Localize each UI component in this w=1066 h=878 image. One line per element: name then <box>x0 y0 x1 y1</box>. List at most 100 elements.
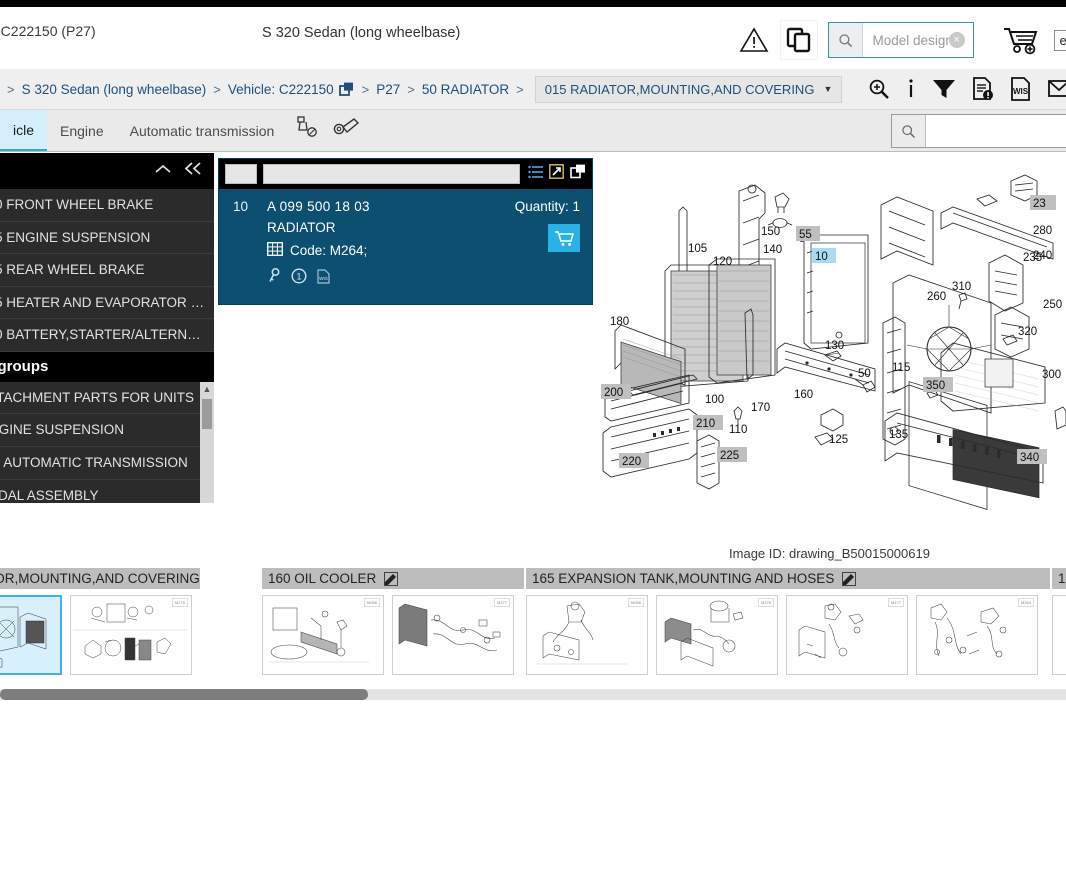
scrollbar-thumb[interactable] <box>202 398 212 429</box>
edit-icon[interactable] <box>384 571 399 586</box>
thumbnail-group-label: 190 <box>1058 571 1066 586</box>
svg-text:160: 160 <box>794 389 813 401</box>
svg-text:1: 1 <box>296 272 301 282</box>
expand-view-icon[interactable] <box>549 164 564 184</box>
list-item[interactable] <box>1052 595 1066 675</box>
svg-text:150: 150 <box>761 226 780 238</box>
section-tab-bar: icle Engine Automatic transmission <box>0 110 1066 152</box>
parts-header-index-cell <box>225 164 257 184</box>
duplicate-window-icon[interactable] <box>570 164 586 184</box>
svg-text:110: 110 <box>729 424 747 436</box>
svg-text:115: 115 <box>892 362 910 374</box>
thumbnail-group-title: RADIATOR,MOUNTING,AND COVERING <box>0 568 200 589</box>
list-item[interactable] <box>0 595 62 675</box>
model-search-box[interactable]: × <box>827 22 974 58</box>
thumbnail-group-oil-cooler: 160 OIL COOLER M256 M277 <box>262 568 524 675</box>
vehicle-description-label: S 320 Sedan (long wheelbase) <box>262 25 461 41</box>
sidebar-item-engine-suspension-sub[interactable]: ENGINE SUSPENSION <box>0 414 214 447</box>
parts-list-panel: 10 A 099 500 18 03 RADIATOR Code: M264; … <box>218 158 593 305</box>
scrollbar-thumb[interactable] <box>0 689 368 700</box>
info-icon[interactable] <box>906 78 916 100</box>
edit-icon[interactable] <box>842 571 857 586</box>
add-to-cart-icon[interactable] <box>998 20 1044 60</box>
table-row[interactable]: 10 A 099 500 18 03 RADIATOR Code: M264; … <box>219 189 592 289</box>
add-to-cart-icon[interactable] <box>548 224 580 252</box>
tab-engine[interactable]: Engine <box>47 110 117 151</box>
part-name: RADIATOR <box>267 220 336 235</box>
sidebar-item-attachment-parts[interactable]: ATTACHMENT PARTS FOR UNITS <box>0 382 214 415</box>
warning-triangle-icon[interactable] <box>734 20 774 60</box>
thumbnail-strip-scrollbar[interactable] <box>0 689 1066 700</box>
svg-text:55: 55 <box>799 229 812 241</box>
wis-document-icon[interactable]: WIS <box>1010 77 1032 101</box>
breadcrumb-toolbar: WIS <box>868 77 1066 101</box>
tab-bar-icons <box>287 110 361 151</box>
copy-documents-icon[interactable] <box>779 20 818 60</box>
clear-search-icon[interactable]: × <box>948 32 965 48</box>
filter-icon[interactable] <box>932 78 956 100</box>
tab-vehicle[interactable]: icle <box>0 110 48 151</box>
zoom-in-icon[interactable] <box>868 78 890 100</box>
sidebar-item-battery-starter[interactable]: 030 BATTERY,STARTER/ALTERNAT... <box>0 319 214 352</box>
sidebar-item-rear-wheel-brake[interactable]: 045 REAR WHEEL BRAKE <box>0 254 214 287</box>
thumbnail-code: M256 <box>627 598 644 607</box>
document-alert-icon[interactable] <box>972 77 994 101</box>
svg-text:120: 120 <box>713 256 732 268</box>
list-item[interactable]: M276 <box>70 595 192 675</box>
tab-automatic-transmission[interactable]: Automatic transmission <box>117 110 288 151</box>
thumbnail-code: M256 <box>363 598 380 607</box>
language-selector[interactable]: en <box>1053 29 1066 51</box>
part-number[interactable]: A 099 500 18 03 <box>267 199 468 214</box>
thumbnail-group-title: 190 <box>1052 568 1066 589</box>
breadcrumb-item-radiator[interactable]: 50 RADIATOR <box>422 82 509 97</box>
svg-text:200: 200 <box>604 387 623 399</box>
part-search-box[interactable] <box>891 114 1066 148</box>
mail-edit-icon[interactable] <box>1048 78 1066 100</box>
tool-wrench-icon[interactable] <box>333 116 361 145</box>
thumbnail-group-title: 165 EXPANSION TANK,MOUNTING AND HOSES <box>526 568 1050 589</box>
part-badges: 1 WIS <box>267 268 468 289</box>
list-item[interactable]: M256 <box>526 595 648 675</box>
list-item[interactable]: M256 <box>262 595 384 675</box>
breadcrumb-item-vehicle-name[interactable]: S 320 Sedan (long wheelbase) <box>22 82 207 97</box>
svg-text:10: 10 <box>815 251 828 263</box>
sidebar-item-front-wheel-brake[interactable]: 030 FRONT WHEEL BRAKE <box>0 189 214 222</box>
duplicate-icon[interactable] <box>338 82 355 97</box>
sidebar-subheader: in groups <box>0 351 214 382</box>
sidebar-item-mb-automatic-transmission[interactable]: MB AUTOMATIC TRANSMISSION <box>0 447 214 480</box>
part-details: A 099 500 18 03 RADIATOR Code: M264; 1 W… <box>267 199 468 289</box>
circled-one-icon[interactable]: 1 <box>291 268 307 289</box>
part-quantity-area: Quantity: 1 <box>468 199 580 289</box>
breadcrumb-item-vehicle-id[interactable]: Vehicle: C222150 <box>228 82 334 97</box>
chevron-up-icon[interactable] <box>154 162 172 180</box>
search-icon <box>892 115 926 147</box>
sidebar-item-engine-suspension[interactable]: 015 ENGINE SUSPENSION <box>0 222 214 255</box>
list-item[interactable]: M264 <box>916 595 1038 675</box>
svg-text:320: 320 <box>1018 326 1037 338</box>
svg-text:250: 250 <box>1043 299 1062 311</box>
chevron-double-left-icon[interactable] <box>184 162 204 180</box>
sidebar-item-pedal-assembly[interactable]: PEDAL ASSEMBLY <box>0 480 214 503</box>
parts-header-filter-field[interactable] <box>263 164 520 184</box>
exploded-view-drawing[interactable]: 105 120 150 140 55 10 23 235 280 240 310… <box>593 153 1066 538</box>
vehicle-model-label: le: C222150 (P27) <box>0 23 96 39</box>
part-search-input[interactable] <box>926 115 1066 147</box>
list-item[interactable]: M277 <box>392 595 514 675</box>
paint-spray-icon[interactable] <box>295 116 321 145</box>
list-item[interactable]: M177 <box>786 595 908 675</box>
list-view-icon[interactable] <box>528 165 543 184</box>
thumbnail-group-items: M256 M276 M177 M264 <box>526 589 1050 675</box>
breadcrumb-item-p27[interactable]: P27 <box>376 82 400 97</box>
wis-small-icon[interactable]: WIS <box>317 268 330 289</box>
svg-text:50: 50 <box>858 368 871 380</box>
key-icon[interactable] <box>267 268 281 289</box>
list-item[interactable]: M276 <box>656 595 778 675</box>
thumbnail-code: M276 <box>171 598 188 607</box>
sidebar-scrollbar[interactable]: ▲ ▼ <box>200 381 214 503</box>
group-select[interactable]: 015 RADIATOR,MOUNTING,AND COVERING ▼ <box>534 75 843 103</box>
sidebar-item-heater-evaporator[interactable]: 035 HEATER AND EVAPORATOR H... <box>0 287 214 320</box>
svg-text:105: 105 <box>688 243 707 255</box>
thumbnail-group-items: M256 M277 <box>262 589 524 675</box>
svg-text:260: 260 <box>927 291 946 303</box>
scroll-up-icon[interactable]: ▲ <box>200 382 214 396</box>
